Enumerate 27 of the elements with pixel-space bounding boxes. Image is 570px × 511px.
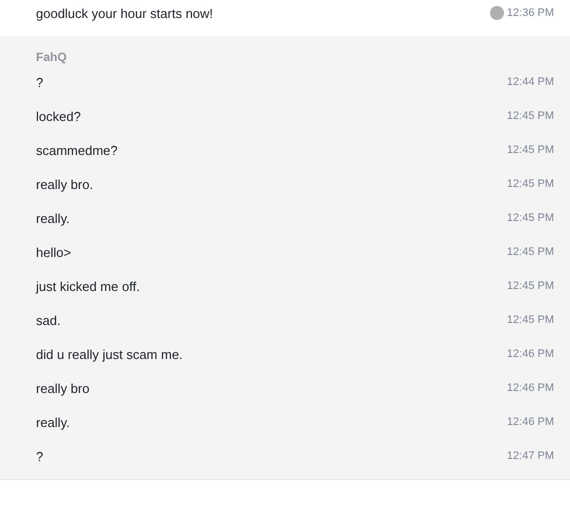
- sender-name: FahQ: [36, 50, 68, 65]
- timestamp: 12:45 PM: [506, 314, 554, 326]
- message-text: really.: [36, 414, 70, 430]
- message-text: really bro.: [36, 176, 94, 192]
- timestamp: 12:46 PM: [506, 348, 554, 360]
- timestamp: 12:46 PM: [506, 416, 554, 428]
- message-text: did u really just scam me.: [36, 346, 183, 362]
- message-text: locked?: [36, 108, 81, 124]
- timestamp: 12:45 PM: [506, 144, 554, 156]
- message-text: scammedme?: [36, 142, 118, 158]
- message-text: just kicked me off.: [36, 278, 140, 294]
- timestamp: 12:36 PM: [506, 7, 554, 19]
- timestamp: 12:44 PM: [506, 76, 554, 88]
- timestamp: 12:47 PM: [506, 450, 554, 462]
- message-text: ?: [36, 448, 44, 464]
- message-text: sad.: [36, 312, 61, 328]
- message-text: goodluck your hour starts now!: [36, 6, 214, 20]
- message-text: really.: [36, 210, 70, 226]
- timestamp: 12:45 PM: [506, 178, 554, 190]
- timestamp: 12:45 PM: [506, 212, 554, 224]
- timestamp: 12:45 PM: [506, 246, 554, 258]
- timestamp: 12:45 PM: [506, 110, 554, 122]
- message-text: really bro: [36, 380, 90, 396]
- timestamp: 12:45 PM: [506, 280, 554, 292]
- message-text: ?: [36, 74, 44, 90]
- timestamp: 12:46 PM: [506, 382, 554, 394]
- message-text: hello>: [36, 244, 72, 260]
